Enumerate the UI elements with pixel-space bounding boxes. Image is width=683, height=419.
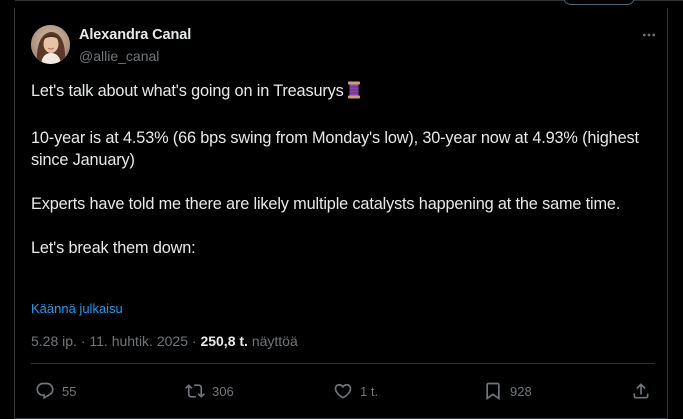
bookmark-icon [486, 382, 500, 401]
translate-post-link[interactable]: Käännä julkaisu [31, 301, 123, 316]
repost-icon [185, 384, 205, 398]
divider [31, 363, 655, 364]
more-horizontal-icon [643, 33, 655, 37]
share-button[interactable] [631, 378, 651, 404]
bookmark-count: 928 [510, 383, 532, 399]
post-meta: 5.28 ip. · 11. huhtik. 2025 · 250,8 t. n… [31, 333, 298, 349]
spool-of-thread-icon [346, 81, 362, 105]
reply-icon [36, 382, 54, 400]
repost-count: 306 [212, 383, 234, 399]
post-text: Let's talk about what's going on in Trea… [31, 80, 641, 259]
views-count[interactable]: 250,8 t. [200, 333, 247, 349]
post-paragraph: Let's break them down: [31, 239, 196, 257]
more-options-button[interactable] [640, 26, 658, 44]
heart-icon [334, 383, 352, 399]
bookmark-button[interactable]: 928 [483, 378, 532, 404]
post-paragraph: 10-year is at 4.53% (66 bps swing from M… [31, 129, 639, 169]
views-label: näyttöä [251, 333, 298, 349]
post-time[interactable]: 5.28 ip. [31, 333, 77, 349]
post-paragraph: Experts have told me there are likely mu… [31, 195, 621, 213]
post-header: Alexandra Canal @allie_canal [31, 23, 663, 65]
left-border [14, 8, 15, 419]
previous-item-button-edge[interactable] [563, 0, 635, 5]
reply-count: 55 [62, 383, 77, 399]
meta-separator: · [191, 333, 197, 349]
meta-separator: · [80, 333, 86, 349]
author-name[interactable]: Alexandra Canal [79, 27, 191, 43]
previous-item-edge [15, 0, 683, 8]
author-handle[interactable]: @allie_canal [79, 48, 159, 64]
post-paragraph: Let's talk about what's going on in Trea… [31, 80, 641, 105]
post-page: Alexandra Canal @allie_canal Let's talk … [0, 0, 683, 419]
post-date[interactable]: 11. huhtik. 2025 [89, 333, 188, 349]
share-icon [633, 383, 649, 399]
like-count: 1 t. [360, 383, 379, 399]
repost-button[interactable]: 306 [185, 378, 234, 404]
right-border [667, 8, 668, 419]
avatar[interactable] [31, 25, 70, 64]
like-button[interactable]: 1 t. [333, 378, 378, 404]
reply-button[interactable]: 55 [35, 378, 76, 404]
post-actions: 55 306 1 t. 928 [31, 378, 661, 404]
